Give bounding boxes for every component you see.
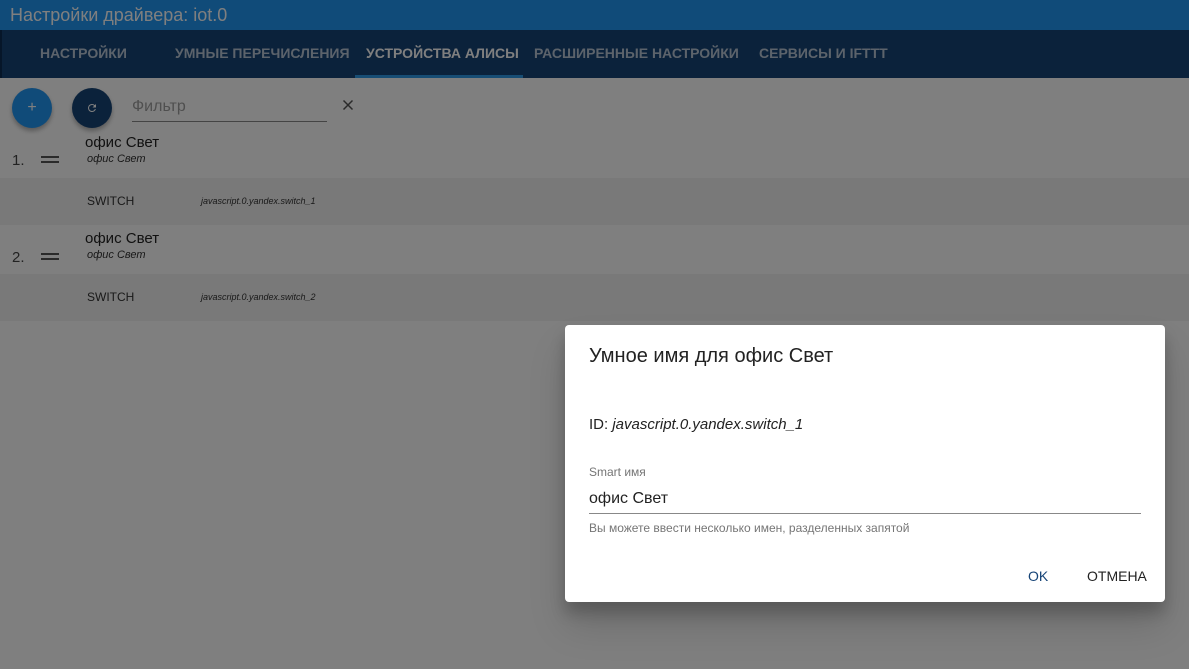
dialog-id: ID: javascript.0.yandex.switch_1 <box>589 416 803 433</box>
dialog-id-value: javascript.0.yandex.switch_1 <box>612 416 804 433</box>
smart-name-input[interactable] <box>589 484 1141 514</box>
smart-name-label: Smart имя <box>589 465 646 479</box>
cancel-button[interactable]: ОТМЕНА <box>1081 562 1153 590</box>
dialog-title: Умное имя для офис Свет <box>589 345 834 367</box>
ok-button[interactable]: OK <box>1022 562 1054 590</box>
dialog-id-label: ID: <box>589 416 613 433</box>
smart-name-helper: Вы можете ввести несколько имен, разделе… <box>589 521 910 535</box>
smart-name-dialog: Умное имя для офис Свет ID: javascript.0… <box>565 325 1165 602</box>
